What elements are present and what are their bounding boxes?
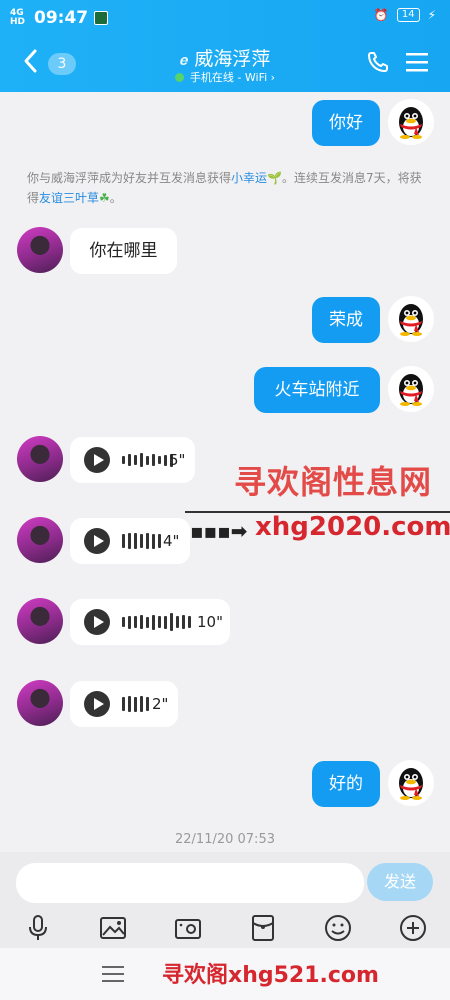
message-bubble-outgoing[interactable]: 你好: [312, 100, 380, 146]
play-icon[interactable]: [84, 609, 110, 635]
status-bar: 4G HD 09:47 ⏰ 14 ⚡: [0, 0, 450, 34]
phone-call-button[interactable]: [366, 50, 390, 74]
ear-icon: 𝒆: [179, 51, 189, 69]
watermark-url: xhg2020.com: [255, 512, 450, 542]
my-avatar[interactable]: [388, 760, 434, 806]
play-icon[interactable]: [84, 447, 110, 473]
penguin-avatar-icon: [399, 107, 423, 139]
waveform-icon: [122, 531, 161, 551]
lucky-link[interactable]: 小幸运: [231, 171, 267, 185]
voice-message[interactable]: 4": [70, 518, 190, 564]
message-timestamp: 22/11/20 07:53: [175, 832, 275, 847]
message-bubble-outgoing[interactable]: 火车站附近: [254, 367, 380, 413]
penguin-avatar-icon: [399, 768, 423, 800]
arrow-right-icon: ▪▪▪➡: [190, 519, 248, 543]
voice-message[interactable]: 5": [70, 437, 195, 483]
composer-toolbar: [0, 912, 450, 948]
microphone-icon[interactable]: [23, 913, 53, 943]
battery-indicator: 14: [396, 8, 420, 22]
play-icon[interactable]: [84, 528, 110, 554]
chat-header: 3 𝒆 威海浮萍 手机在线 - WiFi ›: [0, 34, 450, 92]
system-notice: 你与威海浮萍成为好友并互发消息获得小幸运🌱。连续互发消息7天，将获得友谊三叶草☘…: [27, 171, 422, 205]
contact-avatar[interactable]: [17, 436, 63, 482]
contact-avatar[interactable]: [17, 598, 63, 644]
composer-bar: 发送: [0, 852, 450, 912]
network-indicator: 4G HD: [10, 8, 26, 27]
sprout-icon: 🌱: [267, 171, 282, 185]
waveform-icon: [122, 694, 149, 714]
contact-avatar[interactable]: [17, 227, 63, 273]
send-button[interactable]: 发送: [367, 863, 433, 901]
waveform-icon: [122, 450, 173, 470]
app-notification-icon: [94, 11, 109, 25]
watermark-footer: 寻欢阁xhg521.com: [162, 963, 379, 988]
my-avatar[interactable]: [388, 366, 434, 412]
my-avatar[interactable]: [388, 296, 434, 342]
penguin-avatar-icon: [399, 374, 423, 406]
camera-icon[interactable]: [173, 913, 203, 943]
menu-button[interactable]: [406, 52, 428, 72]
waveform-icon: [122, 612, 191, 632]
contact-avatar[interactable]: [17, 680, 63, 726]
penguin-avatar-icon: [399, 304, 423, 336]
clover-link[interactable]: 友谊三叶草: [39, 191, 99, 205]
charging-icon: ⚡: [427, 8, 436, 22]
alarm-icon: ⏰: [373, 8, 389, 22]
recent-apps-icon[interactable]: [102, 966, 124, 982]
my-avatar[interactable]: [388, 99, 434, 145]
clover-icon: ☘: [99, 191, 110, 205]
clock: 09:47: [34, 8, 89, 28]
plus-icon[interactable]: [398, 913, 428, 943]
red-packet-icon[interactable]: [248, 913, 278, 943]
voice-duration: 2": [152, 695, 169, 713]
contact-avatar[interactable]: [17, 517, 63, 563]
voice-message[interactable]: 2": [70, 681, 178, 727]
voice-duration: 10": [197, 613, 223, 631]
image-icon[interactable]: [98, 913, 128, 943]
play-icon[interactable]: [84, 691, 110, 717]
emoji-icon[interactable]: [323, 913, 353, 943]
voice-message[interactable]: 10": [70, 599, 230, 645]
voice-duration: 4": [163, 532, 180, 550]
watermark-text: 寻欢阁性息网: [234, 463, 433, 501]
message-bubble-outgoing[interactable]: 好的: [312, 761, 380, 807]
voice-duration: 5": [169, 451, 186, 469]
message-input[interactable]: [16, 863, 364, 903]
message-bubble-incoming[interactable]: 你在哪里: [70, 228, 177, 274]
online-dot-icon: [174, 73, 184, 82]
message-bubble-outgoing[interactable]: 荣成: [312, 297, 380, 343]
